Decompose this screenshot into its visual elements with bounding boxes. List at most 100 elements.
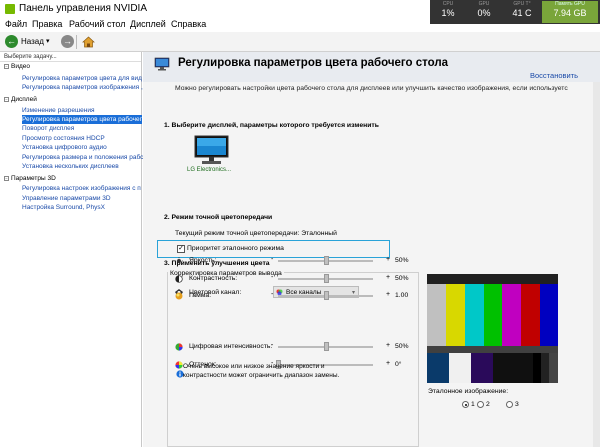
sidebar-label: Регулировка параметров цвета для вид xyxy=(22,75,142,82)
section-select-display: 1. Выберите дисплей, параметры которого … xyxy=(164,122,379,129)
priority-checkbox[interactable]: ✓ xyxy=(177,245,185,253)
arrow-right-icon: → xyxy=(63,36,72,46)
slider-value: 50% xyxy=(395,343,409,350)
priority-highlight-box: ✓ Приоритет эталонного режима xyxy=(157,240,390,258)
priority-label[interactable]: Приоритет эталонного режима xyxy=(187,245,284,252)
sidebar-label: Параметры 3D xyxy=(11,175,56,182)
increase-button[interactable]: + xyxy=(386,274,390,281)
page-title: Регулировка параметров цвета рабочего ст… xyxy=(178,57,449,69)
gpu-temp-stat: GPU T° 41 C xyxy=(512,1,532,18)
sidebar-item[interactable]: Регулировка настроек изображения с п xyxy=(22,184,142,193)
cpu-stat: CPU 1% xyxy=(441,1,455,18)
slider-thumb[interactable] xyxy=(323,274,329,283)
reference-radio-3[interactable] xyxy=(506,401,513,408)
restore-defaults-link[interactable]: Восстановить xyxy=(530,71,578,80)
sidebar-label: Регулировка размера и положения рабс xyxy=(22,154,144,161)
toolbar-divider xyxy=(76,35,77,49)
reference-test-image xyxy=(427,274,558,383)
chevron-down-icon[interactable]: ▾ xyxy=(46,37,50,45)
window-title: Панель управления NVIDIA xyxy=(19,3,147,14)
main-panel: Регулировка параметров цвета рабочего ст… xyxy=(143,52,600,447)
sidebar-item[interactable]: Поворот дисплея xyxy=(22,124,142,133)
increase-button[interactable]: + xyxy=(386,256,390,263)
sidebar-item[interactable]: Установка нескольких дисплеев xyxy=(22,162,142,171)
slider-value: 0° xyxy=(395,361,402,368)
home-icon[interactable] xyxy=(82,35,95,48)
reference-radio-2[interactable] xyxy=(477,401,484,408)
slider-label: Яркость: xyxy=(189,257,217,264)
decrease-button[interactable]: - xyxy=(271,274,273,281)
sidebar-label: Настройка Surround, PhysX xyxy=(22,204,105,211)
sidebar-label: Изменение разрешения xyxy=(22,107,95,114)
slider-label: Контрастность: xyxy=(189,275,238,282)
sidebar-label: Установка нескольких дисплеев xyxy=(22,163,119,170)
range-warning: Очень высокое или низкое значение яркост… xyxy=(183,363,340,379)
sidebar-heading: Выберите задачу... xyxy=(0,52,141,62)
display-monitor-icon[interactable] xyxy=(193,135,230,166)
slider-thumb[interactable] xyxy=(323,256,329,265)
collapse-icon[interactable]: − xyxy=(4,175,9,181)
menu-edit[interactable]: Правка xyxy=(32,19,62,29)
sidebar-item[interactable]: Просмотр состояния HDCP xyxy=(22,134,142,143)
contrast-icon xyxy=(175,275,183,283)
section-color-accuracy: 2. Режим точной цветопередачи xyxy=(164,214,273,221)
sidebar-category[interactable]: − Параметры 3D xyxy=(4,174,56,183)
menu-file[interactable]: Файл xyxy=(5,19,27,29)
monitor-settings-icon xyxy=(154,57,170,71)
increase-button[interactable]: + xyxy=(386,342,390,349)
main-scrollbar[interactable] xyxy=(593,82,600,447)
slider-label: Гамма: xyxy=(189,292,212,299)
slider-value: 50% xyxy=(395,257,409,264)
sidebar-item[interactable]: Регулировка размера и положения рабс xyxy=(22,153,144,162)
reference-radio-3-label[interactable]: 3 xyxy=(515,401,519,408)
reference-image-label: Эталонное изображение: xyxy=(428,388,509,395)
toolbar: ← Назад ▾ → xyxy=(0,32,600,52)
sidebar-item[interactable]: Регулировка параметров изображения , xyxy=(22,83,143,92)
sidebar-item[interactable]: Регулировка параметров цвета для вид xyxy=(22,74,142,83)
sidebar-item[interactable]: Управление параметрами 3D xyxy=(22,194,142,203)
sidebar-category[interactable]: − Видео xyxy=(4,62,30,71)
sidebar-category[interactable]: − Дисплей xyxy=(4,95,37,104)
gpu-memory-stat: Память GPU 7.94 GB xyxy=(542,1,598,23)
sidebar-item[interactable]: Регулировка параметров цвета рабочег xyxy=(22,115,142,124)
hue-icon xyxy=(175,361,183,369)
sidebar-label: Поворот дисплея xyxy=(22,125,75,132)
slider-value: 50% xyxy=(395,275,409,282)
slider-value: 1.00 xyxy=(395,292,409,299)
reference-radio-2-label[interactable]: 2 xyxy=(486,401,490,408)
increase-button[interactable]: + xyxy=(386,360,390,367)
decrease-button[interactable]: - xyxy=(271,291,273,298)
display-name[interactable]: LG Electronics... xyxy=(187,167,231,173)
sidebar-label: Просмотр состояния HDCP xyxy=(22,135,105,142)
decrease-button[interactable]: - xyxy=(271,256,273,263)
system-stats-overlay: CPU 1% GPU 0% GPU T° 41 C Память GPU 7.9… xyxy=(430,0,600,24)
reference-radio-1[interactable] xyxy=(462,401,469,408)
sidebar-item[interactable]: Изменение разрешения xyxy=(22,106,142,115)
sidebar-label: Установка цифрового аудио xyxy=(22,144,107,151)
increase-button[interactable]: + xyxy=(386,291,390,298)
sidebar-label: Регулировка настроек изображения с п xyxy=(22,185,141,192)
gamma-icon xyxy=(175,292,183,300)
menu-display[interactable]: Дисплей xyxy=(130,19,166,29)
back-label[interactable]: Назад xyxy=(21,37,44,46)
reference-radio-1-label[interactable]: 1 xyxy=(471,401,475,408)
menu-help[interactable]: Справка xyxy=(171,19,206,29)
sidebar-label: Дисплей xyxy=(11,96,37,103)
sidebar-item[interactable]: Установка цифрового аудио xyxy=(22,143,142,152)
brightness-icon xyxy=(175,257,183,265)
current-mode-text: Текущий режим точной цветопередачи: Этал… xyxy=(175,230,337,237)
slider-thumb[interactable] xyxy=(323,342,329,351)
task-sidebar: Выберите задачу... − Видео Регулировка пар… xyxy=(0,52,144,447)
back-button[interactable]: ← xyxy=(5,35,18,48)
collapse-icon[interactable]: − xyxy=(4,63,9,69)
sidebar-label: Регулировка параметров изображения , xyxy=(22,84,143,91)
slider-thumb[interactable] xyxy=(323,291,329,300)
decrease-button[interactable]: - xyxy=(271,342,273,349)
menu-desktop[interactable]: Рабочий стол xyxy=(69,19,126,29)
sidebar-item[interactable]: Настройка Surround, PhysX xyxy=(22,203,142,212)
collapse-icon[interactable]: − xyxy=(4,96,9,102)
forward-button[interactable]: → xyxy=(61,35,74,48)
sidebar-label: Регулировка параметров цвета рабочег xyxy=(22,116,142,123)
arrow-left-icon: ← xyxy=(7,36,16,46)
page-description: Можно регулировать настройки цвета рабоч… xyxy=(175,85,568,92)
